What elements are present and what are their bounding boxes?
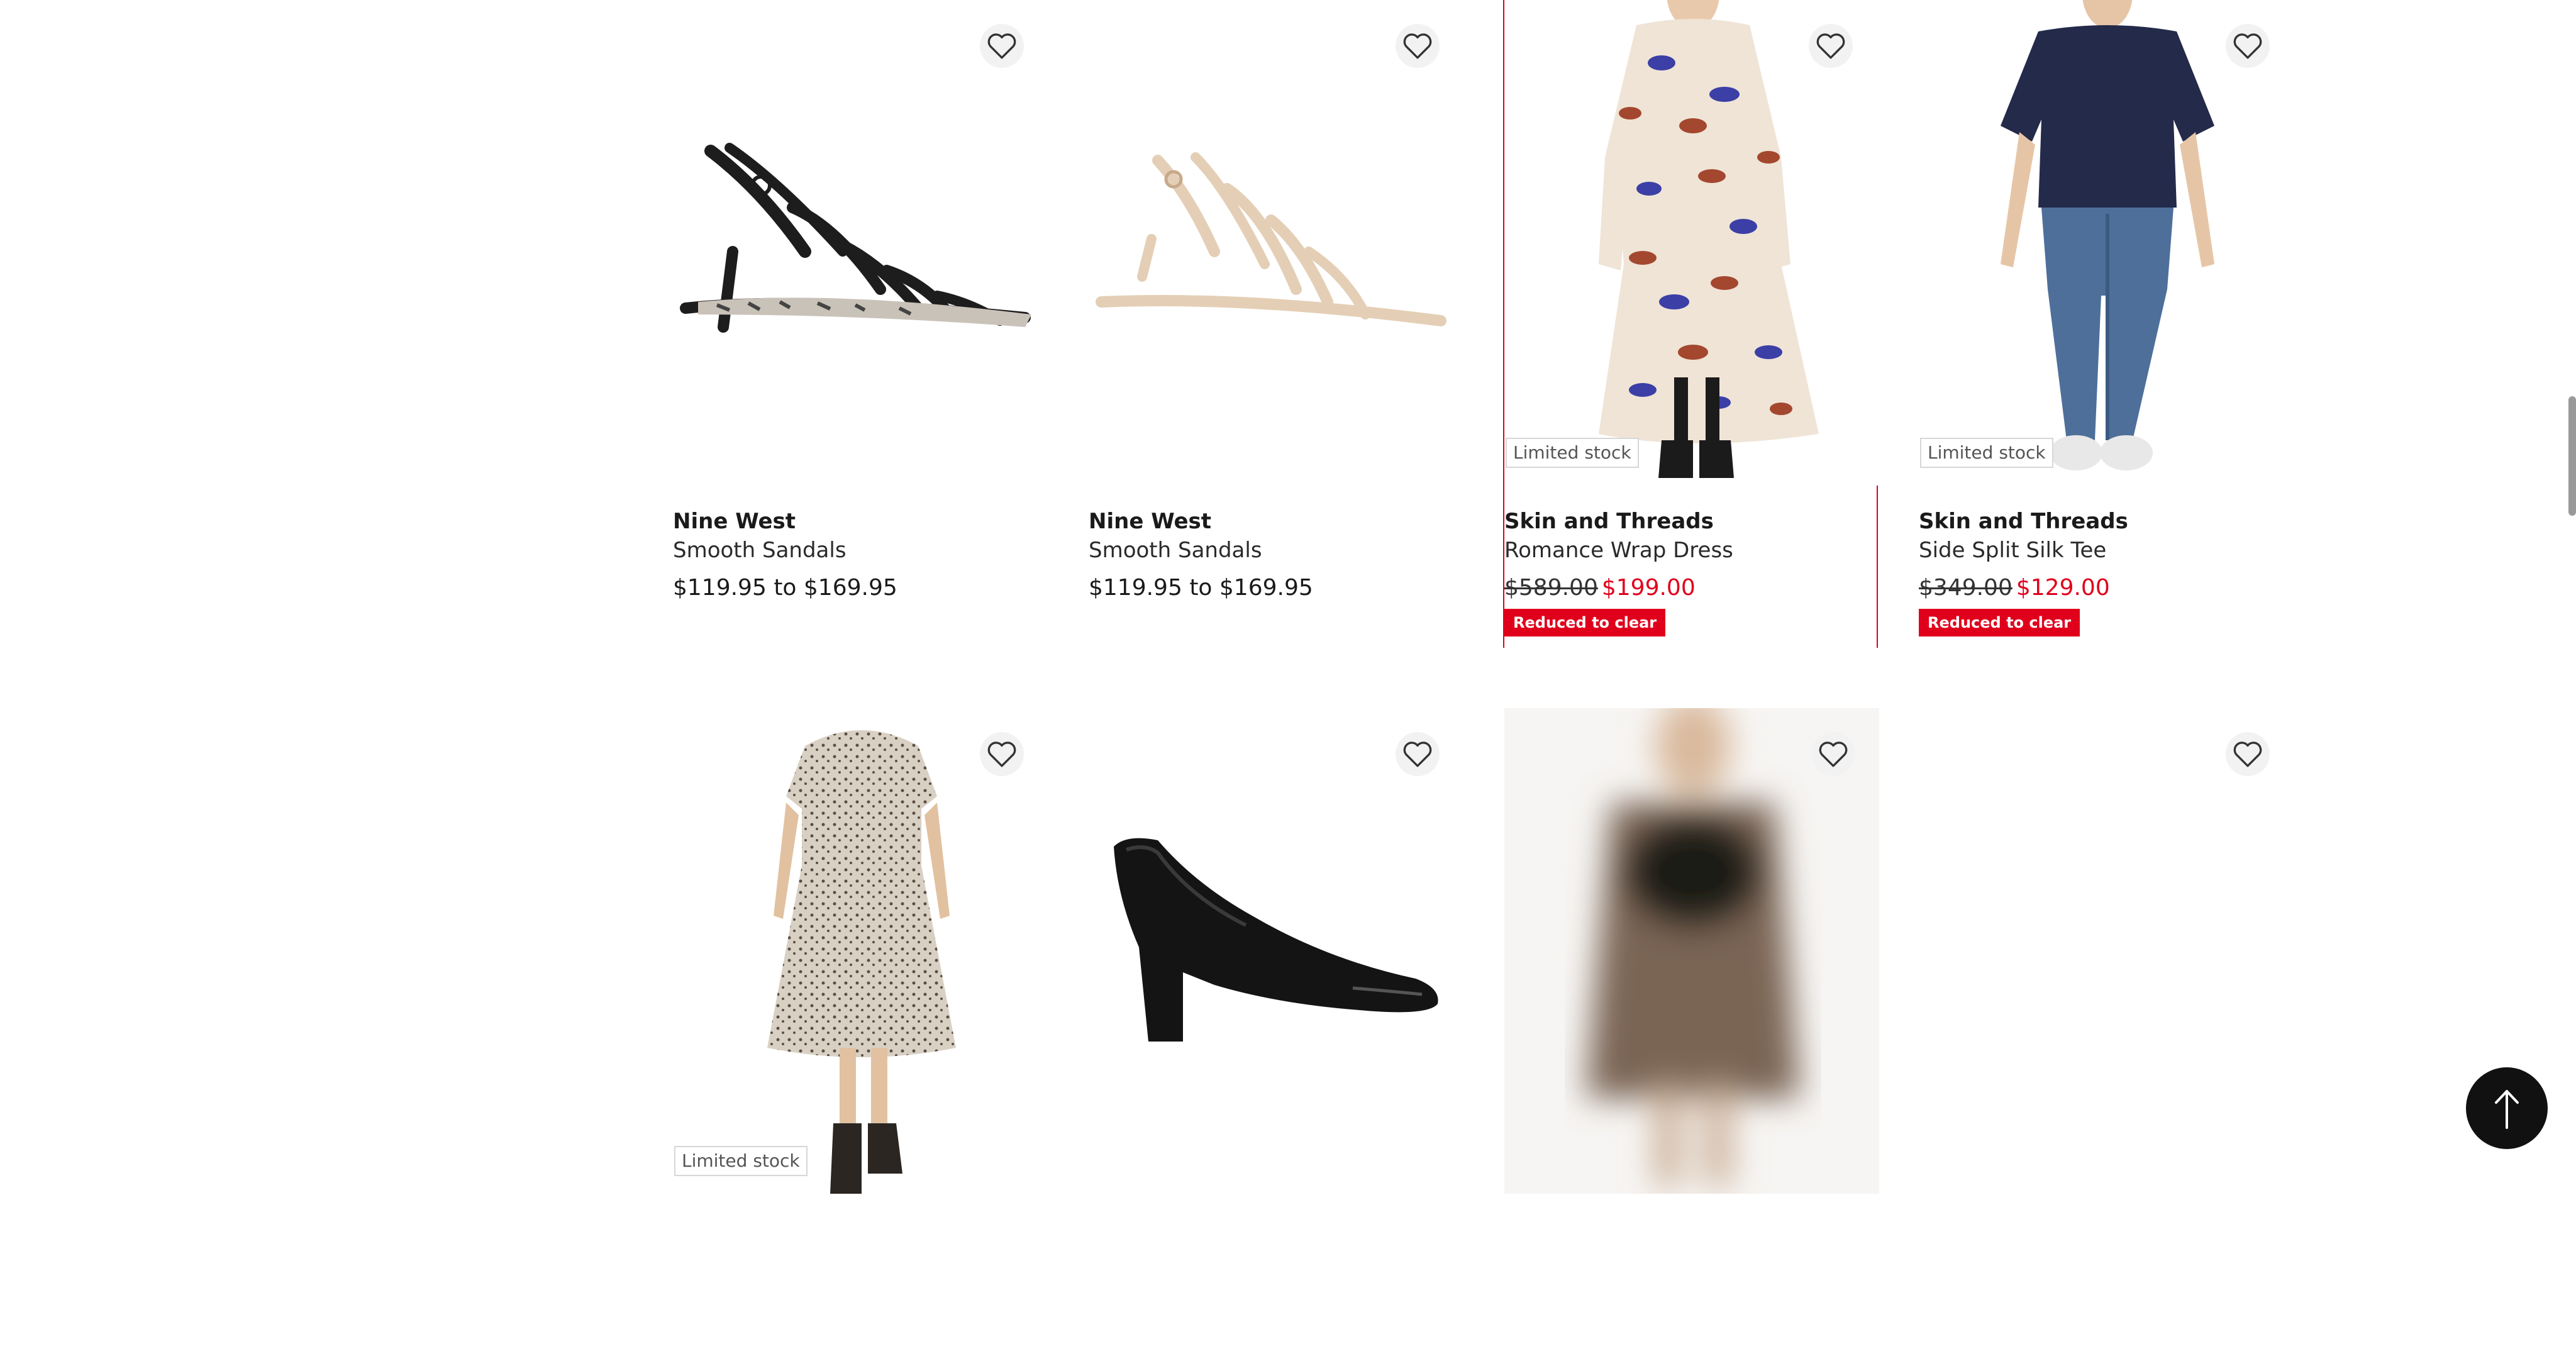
product-brand[interactable]: Nine West: [1089, 507, 1463, 536]
sale-price: $199.00: [1601, 575, 1696, 601]
product-price: $589.00 $199.00: [1504, 570, 1877, 606]
product-image[interactable]: [1919, 0, 2294, 486]
heart-outline-icon: [1819, 742, 1848, 767]
back-to-top-button[interactable]: [2466, 1067, 2548, 1149]
scrollbar-thumb[interactable]: [2568, 396, 2576, 516]
product-image[interactable]: [673, 708, 1048, 1194]
heart-outline-icon: [987, 742, 1016, 767]
product-card[interactable]: Nine West Smooth Sandals $119.95 to $169…: [1089, 0, 1463, 648]
product-price: $119.95 to $169.95: [673, 575, 897, 601]
heart-outline-icon: [1403, 742, 1432, 767]
favorite-button[interactable]: [1396, 24, 1440, 68]
favorite-button[interactable]: [1396, 732, 1440, 776]
product-brand[interactable]: Skin and Threads: [1504, 507, 1877, 536]
black-pump-image: [1114, 838, 1438, 1042]
product-card[interactable]: Nine West Smooth Sandals $119.95 to $169…: [673, 0, 1048, 648]
product-brand[interactable]: Nine West: [673, 507, 1048, 536]
arrow-up-icon: [2495, 1090, 2519, 1129]
heart-outline-icon: [1816, 33, 1845, 59]
product-name[interactable]: Side Split Silk Tee: [1919, 536, 2294, 565]
black-strappy-sandal-image: [680, 143, 1031, 333]
reduced-to-clear-badge: Reduced to clear: [1919, 609, 2080, 636]
product-image[interactable]: [673, 0, 1048, 486]
nude-strappy-sandal-image: [1096, 152, 1446, 326]
product-brand[interactable]: Skin and Threads: [1919, 507, 2294, 536]
heart-outline-icon: [2233, 742, 2262, 767]
product-price: $349.00 $129.00: [1919, 570, 2294, 606]
limited-stock-badge: Limited stock: [674, 1146, 808, 1176]
product-card[interactable]: Limited stock: [673, 708, 1048, 1356]
favorite-button[interactable]: [2226, 732, 2270, 776]
favorite-button[interactable]: [1809, 24, 1853, 68]
original-price: $589.00: [1504, 575, 1598, 601]
product-image[interactable]: [1089, 708, 1463, 1194]
product-image[interactable]: [1504, 0, 1879, 486]
product-card[interactable]: [1089, 708, 1463, 1356]
product-image[interactable]: [1919, 708, 2294, 1194]
printed-dress-image: [767, 730, 956, 1194]
product-name[interactable]: Romance Wrap Dress: [1504, 536, 1877, 565]
heart-outline-icon: [1403, 33, 1432, 59]
heart-outline-icon: [2233, 33, 2262, 59]
limited-stock-badge: Limited stock: [1920, 438, 2053, 468]
product-price: $119.95 to $169.95: [1089, 575, 1313, 601]
silk-tee-jeans-image: [2001, 0, 2214, 470]
loading-placeholder-image: [1504, 708, 1879, 1194]
reduced-to-clear-badge: Reduced to clear: [1504, 609, 1666, 636]
sale-price: $129.00: [2016, 575, 2110, 601]
favorite-button[interactable]: [980, 24, 1024, 68]
limited-stock-badge: Limited stock: [1506, 438, 1639, 468]
favorite-button[interactable]: [2226, 24, 2270, 68]
favorite-button[interactable]: [1811, 732, 1855, 776]
product-name[interactable]: Smooth Sandals: [1089, 536, 1463, 565]
product-card[interactable]: Limited stock Skin and Threads Romance W…: [1503, 0, 1879, 648]
product-image[interactable]: [1089, 0, 1463, 486]
product-card[interactable]: Limited stock Skin and Threads Side Spli…: [1919, 0, 2294, 648]
heart-outline-icon: [987, 33, 1016, 59]
product-image[interactable]: [1504, 708, 1879, 1194]
favorite-button[interactable]: [980, 732, 1024, 776]
original-price: $349.00: [1919, 575, 2012, 601]
product-card[interactable]: [1504, 708, 1879, 1356]
product-card[interactable]: [1919, 708, 2294, 1356]
floral-wrap-dress-image: [1504, 0, 1879, 486]
product-name[interactable]: Smooth Sandals: [673, 536, 1048, 565]
